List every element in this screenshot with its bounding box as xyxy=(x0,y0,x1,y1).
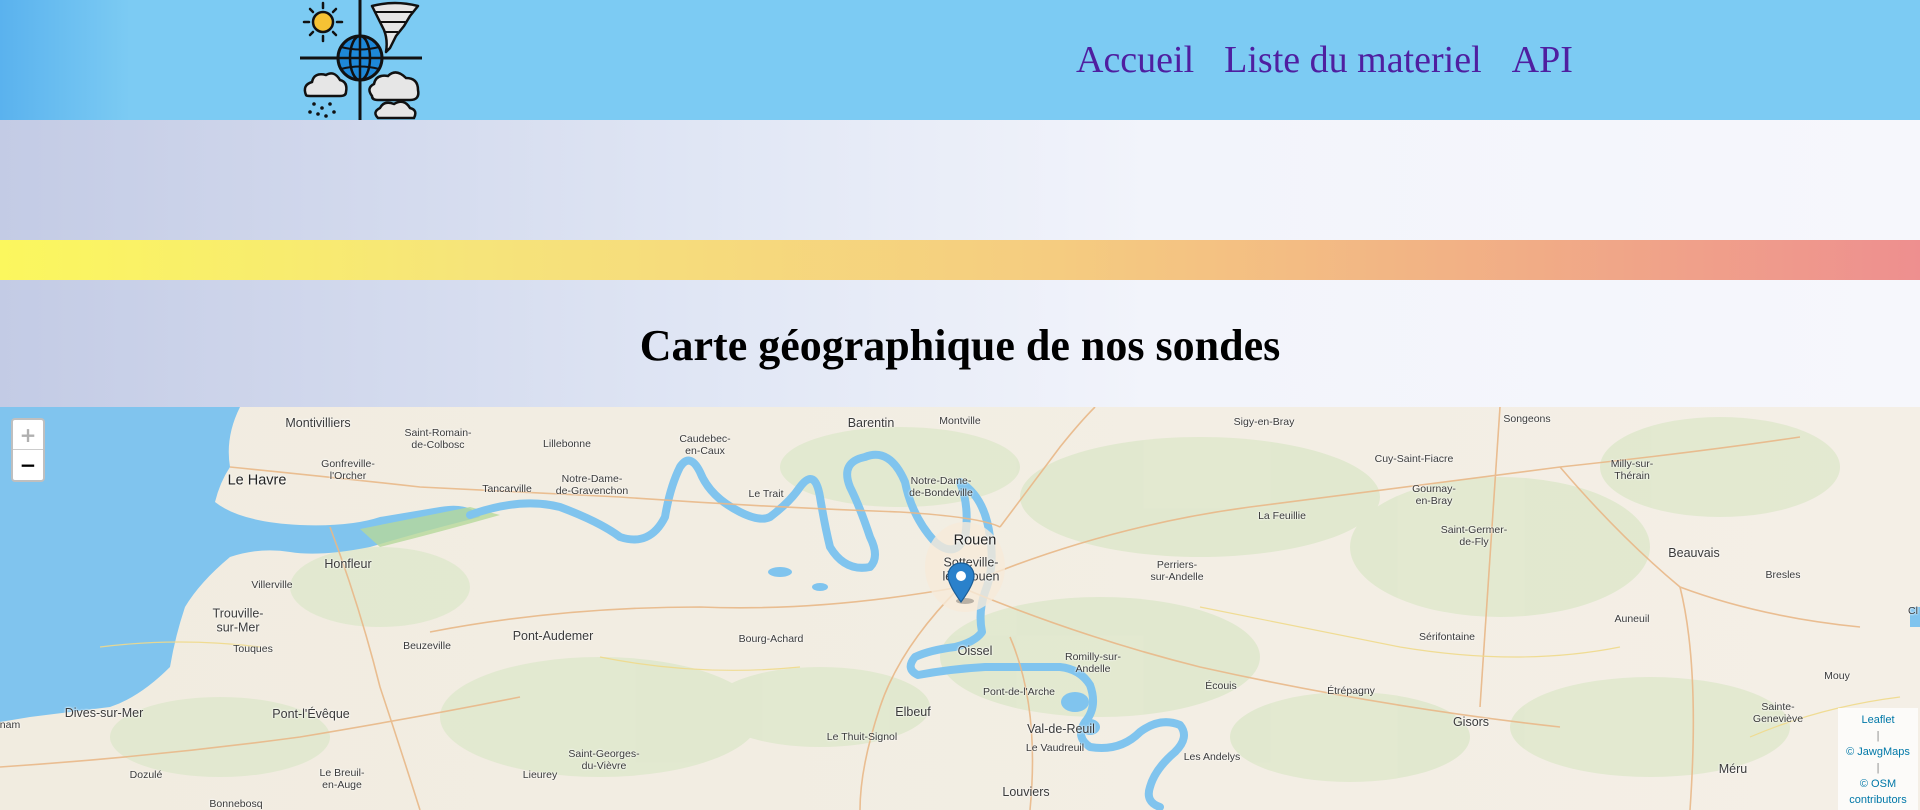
map-label-gisors: Gisors xyxy=(1452,714,1490,729)
nav-link-liste-materiel[interactable]: Liste du materiel xyxy=(1224,38,1481,82)
map-label-rouen: Rouen xyxy=(953,532,997,549)
map-label-villerville: Villerville xyxy=(251,578,293,591)
zoom-in-button[interactable]: + xyxy=(13,420,43,450)
jawgmaps-link[interactable]: © JawgMaps xyxy=(1846,746,1910,758)
map-label-val-de-reuil: Val-de-Reuil xyxy=(1027,721,1095,736)
map-label-pont-de-l-arche: Pont-de-l'Arche xyxy=(982,685,1056,698)
map-label-le-thuit-signol: Le Thuit-Signol xyxy=(826,730,898,743)
map-marker-icon[interactable] xyxy=(947,562,975,604)
map-label-les-andelys: Les Andelys xyxy=(1183,750,1241,763)
leaflet-link[interactable]: Leaflet xyxy=(1861,714,1894,726)
map-label-honfleur: Honfleur xyxy=(324,556,372,571)
map-label-serifontaine: Sérifontaine xyxy=(1418,630,1476,643)
map-label-touques: Touques xyxy=(233,642,273,655)
map-label-auneuil: Auneuil xyxy=(1614,612,1650,625)
map-label-le-breuil-en-auge: Le Breuil- en-Auge xyxy=(319,766,365,791)
map-label-songeons: Songeons xyxy=(1503,412,1551,425)
map-label-milly-sur-therain: Milly-sur- Thérain xyxy=(1610,457,1654,482)
map-label-le-havre: Le Havre xyxy=(227,472,287,489)
map-label-oissel: Oissel xyxy=(957,643,993,658)
map-label-nam: nam xyxy=(0,718,21,731)
map-label-sigy-en-bray: Sigy-en-Bray xyxy=(1233,415,1295,428)
map-label-etrepagny: Étrépagny xyxy=(1327,684,1375,697)
nav-link-api[interactable]: API xyxy=(1512,38,1573,82)
map-label-romilly-sur-andelle: Romilly-sur- Andelle xyxy=(1065,650,1121,675)
map-attribution: Leaflet | © JawgMaps | © OSM contributor… xyxy=(1838,708,1918,810)
probe-map[interactable]: Montivilliers Saint-Romain- de-Colbosc L… xyxy=(0,407,1920,810)
hero-band xyxy=(0,120,1920,240)
map-label-saint-germer-de-fly: Saint-Germer- de-Fly xyxy=(1440,523,1508,548)
zoom-out-button[interactable]: − xyxy=(13,450,43,480)
attribution-separator: | xyxy=(1876,730,1880,742)
map-label-lillebonne: Lillebonne xyxy=(543,437,591,450)
map-label-beuzeville: Beuzeville xyxy=(403,639,451,652)
map-label-pont-l-eveque: Pont-l'Évêque xyxy=(272,706,350,721)
map-label-gonfreville: Gonfreville- l'Orcher xyxy=(321,457,375,482)
gradient-stripe xyxy=(0,240,1920,280)
main-nav: Accueil Liste du materiel API xyxy=(1076,38,1573,82)
map-label-montivilliers: Montivilliers xyxy=(285,415,351,430)
osm-contributors-link[interactable]: © OSM contributors xyxy=(1849,778,1906,806)
map-label-barentin: Barentin xyxy=(847,415,895,430)
map-label-bresles: Bresles xyxy=(1765,568,1801,581)
map-label-montville: Montville xyxy=(939,414,981,427)
map-label-trouville: Trouville- sur-Mer xyxy=(212,606,264,635)
map-label-lieurey: Lieurey xyxy=(522,768,558,781)
attribution-separator: | xyxy=(1876,762,1880,774)
map-label-beauvais: Beauvais xyxy=(1668,545,1720,560)
weather-globe-logo-icon[interactable] xyxy=(300,0,422,120)
map-label-le-vaudreuil: Le Vaudreuil xyxy=(1025,741,1085,754)
map-label-saint-georges-du-vievre: Saint-Georges- du-Vièvre xyxy=(568,747,640,772)
map-label-meru: Méru xyxy=(1718,761,1748,776)
map-label-cl: Cl xyxy=(1908,604,1918,617)
map-label-pont-audemer: Pont-Audemer xyxy=(512,628,594,643)
map-label-caudebec: Caudebec- en-Caux xyxy=(679,432,731,457)
map-label-sainte-genevieve: Sainte- Geneviève xyxy=(1752,700,1804,725)
map-label-perriers-sur-andelle: Perriers- sur-Andelle xyxy=(1150,558,1204,583)
map-label-mouy: Mouy xyxy=(1824,669,1850,682)
page-title: Carte géographique de nos sondes xyxy=(639,321,1281,370)
map-label-louviers: Louviers xyxy=(1002,784,1050,799)
site-header: Accueil Liste du materiel API xyxy=(0,0,1920,120)
map-label-tancarville: Tancarville xyxy=(482,482,532,495)
zoom-control: + − xyxy=(11,418,45,482)
map-label-bonnebosq: Bonnebosq xyxy=(209,797,263,810)
nav-link-accueil[interactable]: Accueil xyxy=(1076,38,1194,82)
map-label-saint-romain: Saint-Romain- de-Colbosc xyxy=(404,426,472,451)
map-label-ecouis: Écouis xyxy=(1205,679,1237,692)
map-label-notre-dame-gravenchon: Notre-Dame- de-Gravenchon xyxy=(555,472,629,497)
map-label-gournay-en-bray: Gournay- en-Bray xyxy=(1412,482,1456,507)
map-label-cuy-saint-fiacre: Cuy-Saint-Fiacre xyxy=(1374,452,1454,465)
map-label-dozule: Dozulé xyxy=(129,768,163,781)
map-label-la-feuillie: La Feuillie xyxy=(1258,509,1306,522)
map-label-elbeuf: Elbeuf xyxy=(895,704,931,719)
map-label-notre-dame-bondeville: Notre-Dame- de-Bondeville xyxy=(909,474,973,499)
map-label-bourg-achard: Bourg-Achard xyxy=(738,632,804,645)
map-label-dives-sur-mer: Dives-sur-Mer xyxy=(64,705,144,720)
map-label-le-trait: Le Trait xyxy=(748,487,784,500)
